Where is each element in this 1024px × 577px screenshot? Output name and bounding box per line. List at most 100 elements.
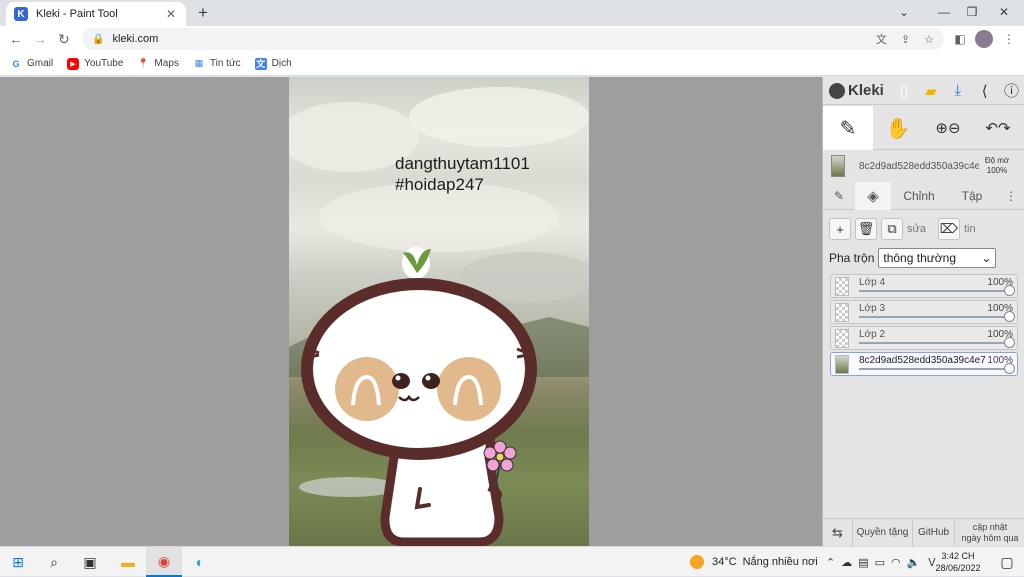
search-button[interactable]: ⌕ [36, 547, 72, 577]
notifications-button[interactable]: ▢ [990, 547, 1024, 577]
translate-page-icon[interactable]: 文 [876, 31, 887, 47]
taskbar-clock[interactable]: 3:42 CH 28/06/2022 [930, 550, 986, 574]
privacy-link[interactable]: Quyền tặng [853, 518, 913, 547]
bookmark-star-icon[interactable]: ☆ [924, 33, 934, 46]
chrome-taskbar-button[interactable]: ◉ [146, 547, 182, 577]
start-button[interactable]: ⊞ [0, 547, 36, 577]
edit-layer-label[interactable]: sửa [907, 223, 926, 235]
layer-item[interactable]: Lớp 4 100% [830, 274, 1018, 298]
file-explorer-button[interactable]: ▬ [110, 547, 146, 577]
browser-tab[interactable]: K Kleki - Paint Tool ✕ [6, 2, 186, 26]
new-image-icon[interactable]: ▯ [890, 77, 917, 105]
layer-item[interactable]: Lớp 2 100% [830, 326, 1018, 350]
swap-icon: ⇆ [832, 524, 843, 540]
swap-side-button[interactable]: ⇆ [823, 518, 853, 547]
kleki-side-panel: Kleki ▯ ▰ ⤓ ⟨ ⓘ ✎ ✋ ⊕⊖ ↶↷ 8c2d9ad528edd3… [822, 77, 1024, 547]
show-hidden-icons-icon[interactable]: ⌃ [826, 556, 835, 569]
new-tab-button[interactable]: + [194, 3, 212, 23]
layer-item-selected[interactable]: 8c2d9ad528edd350a39c4e78 100% [830, 352, 1018, 376]
onedrive-icon[interactable]: ☁ [841, 556, 852, 569]
rename-layer-button[interactable]: ⌦ [937, 218, 960, 240]
layer-thumbnail [835, 277, 849, 296]
bookmark-youtube[interactable]: ▶ YouTube [67, 57, 123, 70]
chrome-icon: ◉ [157, 552, 171, 569]
canvas-painting [289, 87, 589, 546]
hand-icon: ✋ [885, 117, 911, 140]
windows-taskbar: ⊞ ⌕ ▣ ▬ ◉ ◐ 34°C Nắng nhiều nơi ⌃ ☁ ▤ ▭ … [0, 546, 1024, 577]
bookmark-gmail[interactable]: G Gmail [10, 58, 53, 70]
drawing-canvas[interactable]: dangthuytam1101 #hoidap247 [289, 77, 589, 546]
changelog-link[interactable]: cập nhật ngày hôm qua [955, 519, 1024, 547]
kleki-logo[interactable]: Kleki [823, 82, 890, 99]
layer-opacity-slider[interactable] [859, 316, 1013, 318]
app-tray-icon[interactable]: ▤ [858, 556, 868, 569]
layer-opacity-knob[interactable] [1004, 337, 1015, 348]
layers-icon: ◈ [867, 187, 879, 205]
undo-redo-icon: ↶↷ [985, 120, 1011, 137]
restore-button[interactable]: ❐ [958, 2, 986, 22]
layer-item[interactable]: Lớp 3 100% [830, 300, 1018, 324]
minimize-button[interactable]: — [930, 2, 958, 22]
profile-avatar[interactable] [975, 30, 993, 48]
tab-layers[interactable]: ◈ [855, 181, 891, 210]
tab-search-icon[interactable]: ⌄ [890, 2, 918, 22]
weather-widget[interactable]: 34°C Nắng nhiều nơi [690, 547, 818, 577]
tab-more[interactable]: ⋮ [997, 182, 1024, 210]
task-view-button[interactable]: ▣ [72, 547, 108, 577]
menu-icon[interactable]: ⋮ [1000, 30, 1018, 48]
duplicate-layer-button[interactable]: ⧉ [881, 218, 903, 240]
browser-tab-strip: K Kleki - Paint Tool ✕ + ⌄ — ❐ ✕ [0, 0, 1024, 26]
layer-thumbnail [835, 355, 849, 374]
delete-layer-button[interactable]: 🗑 [855, 218, 877, 240]
forward-button[interactable]: → [30, 29, 50, 49]
tool-row: ✎ ✋ ⊕⊖ ↶↷ [823, 106, 1024, 150]
blend-mode-select[interactable]: thông thường ⌄ [878, 248, 997, 268]
more-vert-icon: ⋮ [1005, 188, 1017, 203]
download-icon[interactable]: ⤓ [944, 77, 971, 105]
document-opacity: Độ mờ 100% [984, 156, 1010, 175]
tab-file[interactable]: Tập [947, 182, 997, 210]
volume-icon[interactable]: 🔈 [907, 556, 921, 569]
layer-actions: + 🗑 ⧉ sửa ⌦ tin [829, 217, 978, 241]
share-icon[interactable]: ⇪ [901, 33, 910, 46]
bookmark-maps[interactable]: 📍 Maps [137, 58, 179, 70]
open-folder-icon[interactable]: ▰ [917, 77, 944, 105]
layer-opacity-knob[interactable] [1004, 311, 1015, 322]
trash-icon: 🗑 [857, 221, 875, 236]
network-icon[interactable]: ◠ [891, 556, 901, 569]
layer-opacity-slider[interactable] [859, 290, 1013, 292]
undo-redo-button[interactable]: ↶↷ [973, 106, 1023, 150]
task-view-icon: ▣ [83, 553, 97, 570]
zoom-button[interactable]: ⊕⊖ [923, 106, 973, 150]
bookmark-translate[interactable]: 文 Dịch [254, 57, 292, 70]
layer-opacity-slider[interactable] [859, 368, 1013, 370]
brush-tool-button[interactable]: ✎ [823, 106, 873, 150]
reload-button[interactable]: ↻ [54, 29, 74, 49]
add-layer-button[interactable]: + [829, 218, 851, 240]
layer-opacity-slider[interactable] [859, 342, 1013, 344]
battery-icon[interactable]: ▭ [875, 556, 885, 569]
canvas-text-label: dangthuytam1101 #hoidap247 [395, 154, 530, 194]
layer-info-label[interactable]: tin [964, 223, 976, 235]
canvas-workspace[interactable]: dangthuytam1101 #hoidap247 [0, 77, 822, 546]
hand-tool-button[interactable]: ✋ [873, 106, 923, 150]
help-icon[interactable]: ⓘ [998, 77, 1024, 105]
close-window-button[interactable]: ✕ [990, 2, 1018, 22]
system-tray: ⌃ ☁ ▤ ▭ ◠ 🔈 Ｖ [826, 547, 943, 577]
bookmark-news[interactable]: ▦ Tin tức [193, 58, 241, 70]
side-panel-icon[interactable]: ◧ [951, 30, 969, 48]
address-bar[interactable]: 🔒 kleki.com 文 ⇪ ☆ [82, 28, 944, 50]
tab-adjust[interactable]: Chỉnh [891, 182, 947, 210]
share-icon[interactable]: ⟨ [971, 77, 998, 105]
plus-icon: + [836, 221, 844, 237]
close-tab-icon[interactable]: ✕ [164, 7, 178, 21]
kleki-logo-icon [829, 82, 845, 99]
edge-taskbar-button[interactable]: ◐ [182, 547, 218, 577]
layer-thumbnail [835, 303, 849, 322]
duplicate-icon: ⧉ [887, 221, 897, 236]
tab-brush[interactable]: ✎ [823, 182, 855, 210]
layer-opacity-knob[interactable] [1004, 363, 1015, 374]
back-button[interactable]: ← [6, 29, 26, 49]
layer-opacity-knob[interactable] [1004, 285, 1015, 296]
github-link[interactable]: GitHub [913, 518, 955, 547]
